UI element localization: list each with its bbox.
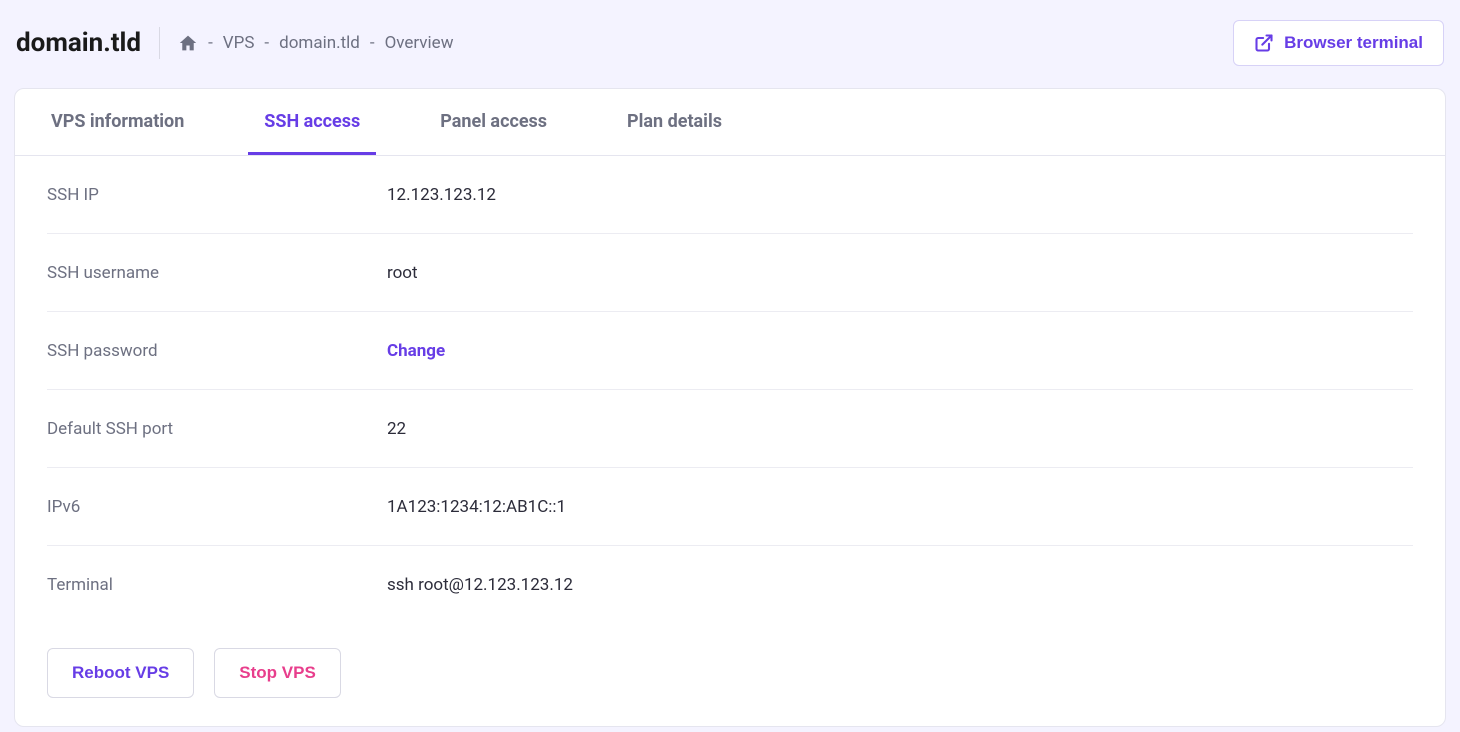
page-title: domain.tld	[16, 28, 141, 58]
browser-terminal-button[interactable]: Browser terminal	[1233, 20, 1444, 66]
tabs: VPS information SSH access Panel access …	[15, 89, 1445, 156]
row-ssh-username: SSH username root	[47, 234, 1413, 312]
ssh-details: SSH IP 12.123.123.12 SSH username root S…	[15, 156, 1445, 624]
ipv6-value: 1A123:1234:12:AB1C::1	[387, 497, 566, 517]
breadcrumb-item-overview[interactable]: Overview	[385, 33, 454, 53]
tab-vps-information[interactable]: VPS information	[35, 89, 200, 155]
ssh-ip-label: SSH IP	[47, 185, 387, 205]
ssh-password-label: SSH password	[47, 341, 387, 361]
ssh-username-label: SSH username	[47, 263, 387, 283]
stop-vps-button[interactable]: Stop VPS	[214, 648, 341, 698]
ssh-port-label: Default SSH port	[47, 419, 387, 439]
row-terminal: Terminal ssh root@12.123.123.12	[47, 546, 1413, 624]
breadcrumb-sep: -	[208, 33, 213, 53]
row-ssh-password: SSH password Change	[47, 312, 1413, 390]
browser-terminal-label: Browser terminal	[1284, 33, 1423, 53]
breadcrumb: - VPS - domain.tld - Overview	[178, 33, 453, 53]
ssh-port-value: 22	[387, 419, 406, 439]
page-header: domain.tld - VPS - domain.tld - Overview…	[0, 0, 1460, 66]
row-ssh-port: Default SSH port 22	[47, 390, 1413, 468]
terminal-label: Terminal	[47, 575, 387, 595]
breadcrumb-sep: -	[370, 33, 375, 53]
home-icon[interactable]	[178, 34, 198, 52]
tab-ssh-access[interactable]: SSH access	[248, 89, 376, 155]
tab-plan-details[interactable]: Plan details	[611, 89, 738, 155]
action-bar: Reboot VPS Stop VPS	[15, 624, 1445, 726]
divider	[159, 27, 160, 59]
breadcrumb-item-vps[interactable]: VPS	[223, 33, 255, 53]
row-ipv6: IPv6 1A123:1234:12:AB1C::1	[47, 468, 1413, 546]
ssh-ip-value: 12.123.123.12	[387, 185, 496, 205]
ssh-username-value: root	[387, 263, 418, 283]
vps-card: VPS information SSH access Panel access …	[14, 88, 1446, 727]
row-ssh-ip: SSH IP 12.123.123.12	[47, 156, 1413, 234]
breadcrumb-sep: -	[264, 33, 269, 53]
ipv6-label: IPv6	[47, 497, 387, 517]
terminal-value: ssh root@12.123.123.12	[387, 575, 573, 595]
breadcrumb-item-domain[interactable]: domain.tld	[279, 33, 360, 53]
tab-panel-access[interactable]: Panel access	[424, 89, 563, 155]
external-link-icon	[1254, 33, 1274, 53]
ssh-password-change-link[interactable]: Change	[387, 341, 445, 361]
reboot-vps-button[interactable]: Reboot VPS	[47, 648, 194, 698]
